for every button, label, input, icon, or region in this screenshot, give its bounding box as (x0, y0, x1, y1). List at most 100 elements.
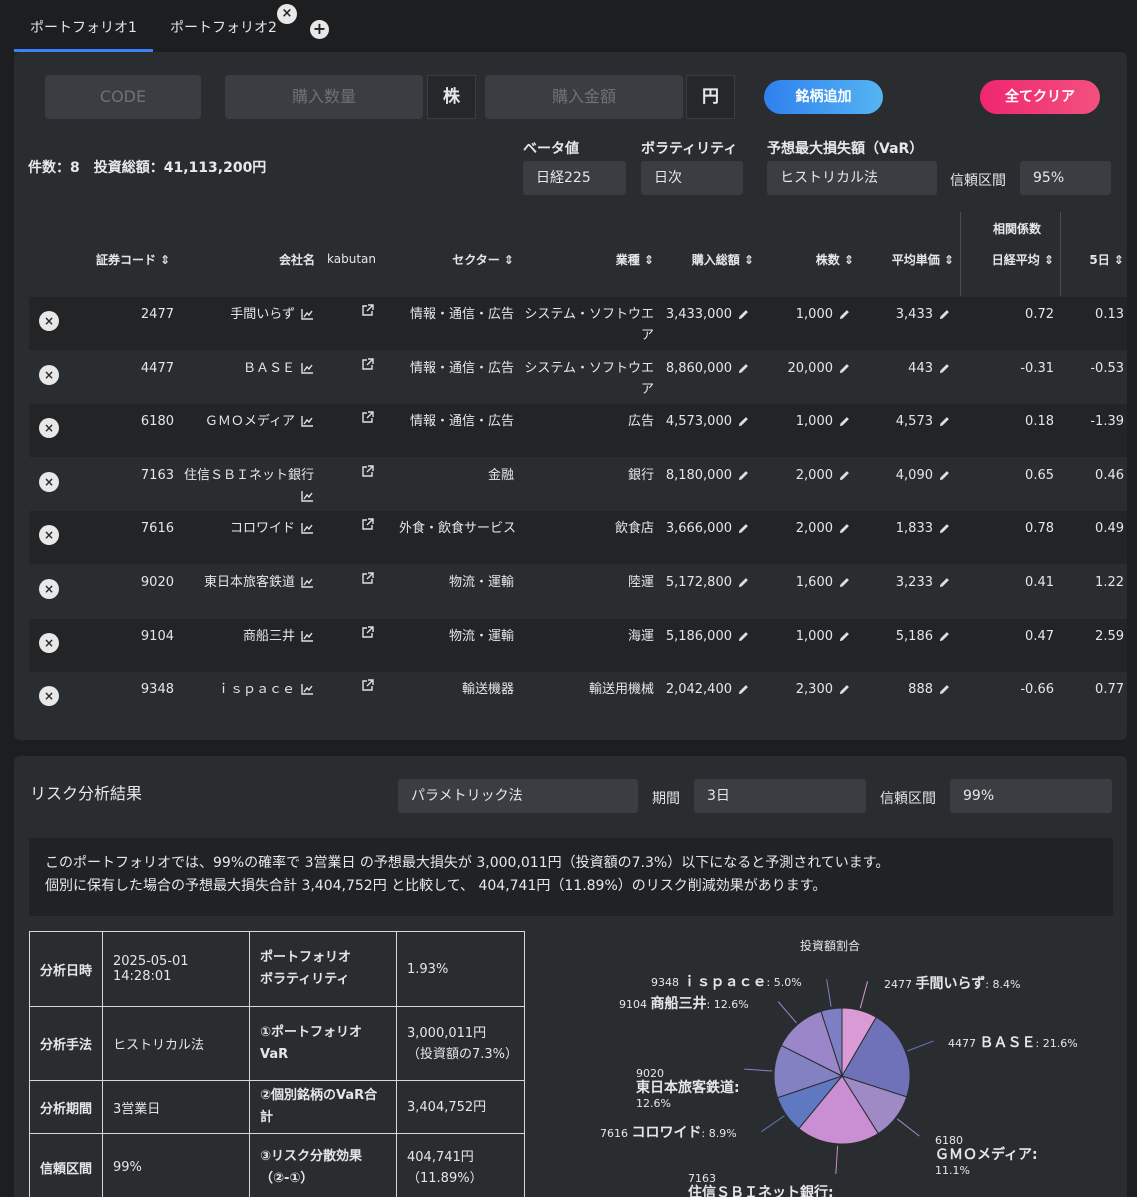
shares-cell[interactable]: 1,000 (749, 304, 850, 325)
var-method-select[interactable]: ヒストリカル法 (767, 161, 937, 195)
avg-price-cell[interactable]: 3,433 (849, 304, 950, 325)
shares-cell[interactable]: 2,000 (749, 518, 850, 539)
chart-icon[interactable] (295, 414, 314, 429)
close-tab-icon[interactable]: × (277, 4, 297, 24)
total-cell[interactable]: 3,433,000 (649, 304, 749, 325)
external-link-icon[interactable] (361, 464, 374, 485)
remove-row-icon[interactable]: × (39, 364, 59, 385)
chart-icon[interactable] (295, 307, 314, 322)
shares-cell[interactable]: 2,000 (749, 465, 850, 486)
edit-icon[interactable] (833, 468, 850, 483)
chart-icon[interactable] (295, 682, 314, 697)
edit-icon[interactable] (732, 629, 749, 644)
avg-price-cell[interactable]: 888 (849, 679, 950, 700)
chart-icon[interactable] (295, 521, 314, 536)
remove-row-icon[interactable]: × (39, 311, 59, 331)
code-input[interactable]: CODE (45, 75, 201, 119)
total-cell[interactable]: 3,666,000 (649, 518, 749, 539)
add-tab-icon[interactable]: + (310, 20, 329, 39)
result-row: 信頼区間 99% ③リスク分散効果 （②-①） 404,741円 （11.89%） (29, 1133, 525, 1197)
edit-icon[interactable] (933, 361, 950, 376)
chart-icon[interactable] (295, 361, 314, 376)
shares-cell[interactable]: 20,000 (749, 358, 850, 379)
header-shares[interactable]: 株数 ⇕ (770, 251, 854, 268)
avg-price-cell[interactable]: 4,573 (849, 411, 950, 432)
edit-icon[interactable] (833, 414, 850, 429)
edit-icon[interactable] (933, 521, 950, 536)
external-link-icon[interactable] (361, 625, 374, 646)
edit-icon[interactable] (732, 468, 749, 483)
edit-icon[interactable] (933, 468, 950, 483)
quantity-input[interactable]: 購入数量 (225, 75, 423, 119)
shares-value: 1,600 (795, 575, 833, 590)
external-link-icon[interactable] (361, 517, 374, 538)
remove-row-icon[interactable]: × (39, 471, 59, 492)
chart-icon[interactable] (295, 489, 314, 504)
total-cell[interactable]: 5,172,800 (649, 572, 749, 593)
edit-icon[interactable] (933, 629, 950, 644)
edit-icon[interactable] (732, 414, 749, 429)
header-5day-corr[interactable]: 5日 ⇕ (1070, 251, 1124, 268)
chart-icon[interactable] (295, 629, 314, 644)
edit-icon[interactable] (732, 361, 749, 376)
edit-icon[interactable] (732, 307, 749, 322)
chart-icon[interactable] (295, 575, 314, 590)
edit-icon[interactable] (933, 575, 950, 590)
edit-icon[interactable] (833, 575, 850, 590)
confidence-select[interactable]: 95% (1020, 161, 1111, 195)
total-cell[interactable]: 8,860,000 (649, 358, 749, 379)
edit-icon[interactable] (732, 682, 749, 697)
avg-price-value: 1,833 (895, 521, 933, 537)
total-cell[interactable]: 2,042,400 (649, 679, 749, 700)
remove-row-icon[interactable]: × (39, 579, 59, 599)
shares-cell[interactable]: 1,000 (749, 411, 850, 432)
total-cell[interactable]: 8,180,000 (649, 465, 749, 486)
edit-icon[interactable] (833, 521, 850, 536)
avg-price-cell[interactable]: 443 (849, 358, 950, 379)
remove-row-icon[interactable]: × (39, 632, 59, 653)
edit-icon[interactable] (933, 682, 950, 697)
edit-icon[interactable] (833, 361, 850, 376)
clear-all-button[interactable]: 全てクリア (980, 80, 1100, 114)
tab-portfolio-1[interactable]: ポートフォリオ1 (14, 0, 153, 52)
external-link-icon[interactable] (361, 571, 374, 592)
avg-price-cell[interactable]: 4,090 (849, 465, 950, 486)
beta-select[interactable]: 日経225 (523, 161, 626, 195)
period-select[interactable]: 3日 (694, 779, 866, 813)
avg-price-cell[interactable]: 3,233 (849, 572, 950, 593)
risk-confidence-select[interactable]: 99% (950, 779, 1112, 813)
edit-icon[interactable] (833, 682, 850, 697)
edit-icon[interactable] (833, 307, 850, 322)
external-link-icon[interactable] (361, 678, 374, 699)
header-sector[interactable]: セクター ⇕ (410, 251, 514, 268)
edit-icon[interactable] (732, 521, 749, 536)
edit-icon[interactable] (933, 414, 950, 429)
remove-row-icon[interactable]: × (39, 525, 59, 546)
header-total[interactable]: 購入総額 ⇕ (660, 251, 754, 268)
total-cell[interactable]: 5,186,000 (649, 626, 749, 647)
header-code[interactable]: 証券コード ⇕ (96, 251, 170, 268)
header-avg-price[interactable]: 平均単価 ⇕ (870, 251, 954, 268)
header-industry[interactable]: 業種 ⇕ (560, 251, 654, 268)
shares-cell[interactable]: 1,600 (749, 572, 850, 593)
shares-cell[interactable]: 2,300 (749, 679, 850, 700)
amount-input[interactable]: 購入金額 (485, 75, 683, 119)
avg-price-cell[interactable]: 5,186 (849, 626, 950, 647)
edit-icon[interactable] (732, 575, 749, 590)
external-link-icon[interactable] (361, 303, 374, 324)
edit-icon[interactable] (933, 307, 950, 322)
remove-row-icon[interactable]: × (39, 418, 59, 439)
shares-cell[interactable]: 1,000 (749, 626, 850, 647)
risk-method-select[interactable]: パラメトリック法 (398, 779, 638, 813)
add-stock-button[interactable]: 銘柄追加 (764, 80, 883, 114)
external-link-icon[interactable] (361, 410, 374, 431)
header-nikkei-corr[interactable]: 日経平均 ⇕ (965, 251, 1054, 268)
volatility-select[interactable]: 日次 (641, 161, 743, 195)
company-cell: 東日本旅客鉄道 (149, 572, 314, 593)
edit-icon[interactable] (833, 629, 850, 644)
external-link-icon[interactable] (361, 357, 374, 378)
remove-row-icon[interactable]: × (39, 686, 59, 707)
total-cell[interactable]: 4,573,000 (649, 411, 749, 432)
tab-portfolio-2[interactable]: ポートフォリオ2 (154, 0, 293, 52)
avg-price-cell[interactable]: 1,833 (849, 518, 950, 539)
